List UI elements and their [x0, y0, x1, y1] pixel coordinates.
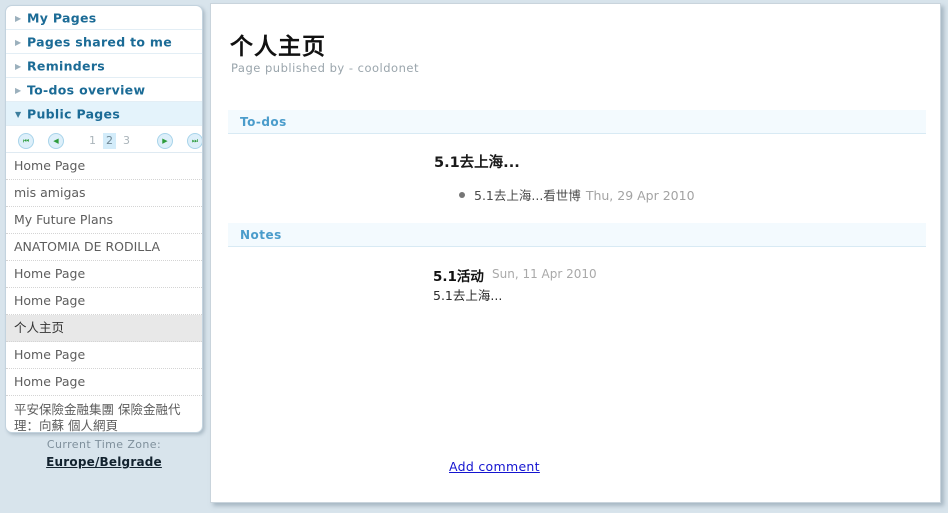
page-number-2[interactable]: 2: [103, 133, 116, 149]
previous-page-button[interactable]: ◀: [48, 133, 64, 149]
note-date: Sun, 11 Apr 2010: [492, 267, 597, 281]
triangle-right-icon: ▶: [15, 85, 22, 95]
note-body: 5.1去上海...: [433, 288, 503, 303]
sidebar-nav-label: My Pages: [27, 10, 97, 26]
section-header-notes: Notes: [228, 223, 926, 247]
list-item[interactable]: Home Page: [6, 288, 202, 315]
main-panel: 个人主页 Page published by - cooldonet To-do…: [210, 3, 941, 503]
section-header-todos: To-dos: [228, 110, 926, 134]
triangle-right-icon: ▶: [15, 37, 22, 47]
list-item[interactable]: 平安保險金融集團 保險金融代理：向蘇 個人網頁: [6, 396, 202, 432]
triangle-down-icon: ▼: [15, 109, 22, 119]
timezone-label: Current Time Zone:: [46, 438, 162, 451]
page-title: 个人主页: [230, 34, 326, 60]
todo-item: 5.1去上海...看世博 Thu, 29 Apr 2010: [459, 185, 695, 204]
add-comment-link[interactable]: Add comment: [449, 459, 540, 474]
sidebar-nav-public-pages[interactable]: ▼ Public Pages: [6, 102, 202, 126]
list-item[interactable]: Home Page: [6, 369, 202, 396]
timezone-block: Current Time Zone: Europe/Belgrade: [5, 438, 203, 470]
note-title: 5.1活动: [433, 269, 484, 285]
list-item[interactable]: mis amigas: [6, 180, 202, 207]
list-item[interactable]: My Future Plans: [6, 207, 202, 234]
sidebar-nav-pages-shared-to-me[interactable]: ▶ Pages shared to me: [6, 30, 202, 54]
public-pages-list: Home Page mis amigas My Future Plans ANA…: [6, 153, 202, 432]
bullet-icon: [459, 192, 465, 198]
todo-group-title: 5.1去上海...: [434, 155, 520, 171]
page-number-3[interactable]: 3: [120, 133, 133, 149]
list-item[interactable]: Home Page: [6, 153, 202, 180]
todo-item-text: 5.1去上海...看世博: [474, 188, 581, 203]
list-item[interactable]: Home Page: [6, 261, 202, 288]
list-item[interactable]: ANATOMIA DE RODILLA: [6, 234, 202, 261]
sidebar-nav-label: To-dos overview: [27, 82, 146, 98]
page-number-1[interactable]: 1: [86, 133, 99, 149]
todo-item-date: Thu, 29 Apr 2010: [585, 188, 695, 203]
sidebar-nav-label: Reminders: [27, 58, 106, 74]
arrow-left-icon: ◀: [53, 136, 59, 145]
sidebar-nav-my-pages[interactable]: ▶ My Pages: [6, 6, 202, 30]
skip-forward-icon: ⏭: [191, 136, 199, 145]
pagination: ⏮ ◀ 1 2 3 ▶ ⏭: [6, 126, 202, 153]
app-root: ▶ My Pages ▶ Pages shared to me ▶ Reminders…: [0, 0, 948, 513]
sidebar-panel: ▶ My Pages ▶ Pages shared to me ▶ Reminders…: [5, 5, 203, 433]
sidebar-nav-label: Public Pages: [27, 106, 121, 122]
page-number-list: 1 2 3: [84, 133, 135, 149]
timezone-value[interactable]: Europe/Belgrade: [46, 455, 162, 469]
next-page-button[interactable]: ▶: [157, 133, 173, 149]
first-page-button[interactable]: ⏮: [18, 133, 34, 149]
sidebar-nav-label: Pages shared to me: [27, 34, 173, 50]
skip-back-icon: ⏮: [22, 136, 30, 145]
list-item-selected[interactable]: 个人主页: [6, 315, 202, 342]
sidebar-nav-reminders[interactable]: ▶ Reminders: [6, 54, 202, 78]
triangle-right-icon: ▶: [15, 61, 22, 71]
triangle-right-icon: ▶: [15, 13, 22, 23]
sidebar-nav-todos-overview[interactable]: ▶ To-dos overview: [6, 78, 202, 102]
list-item[interactable]: Home Page: [6, 342, 202, 369]
page-subtitle: Page published by - cooldonet: [231, 61, 419, 75]
arrow-right-icon: ▶: [162, 136, 168, 145]
last-page-button[interactable]: ⏭: [187, 133, 202, 149]
